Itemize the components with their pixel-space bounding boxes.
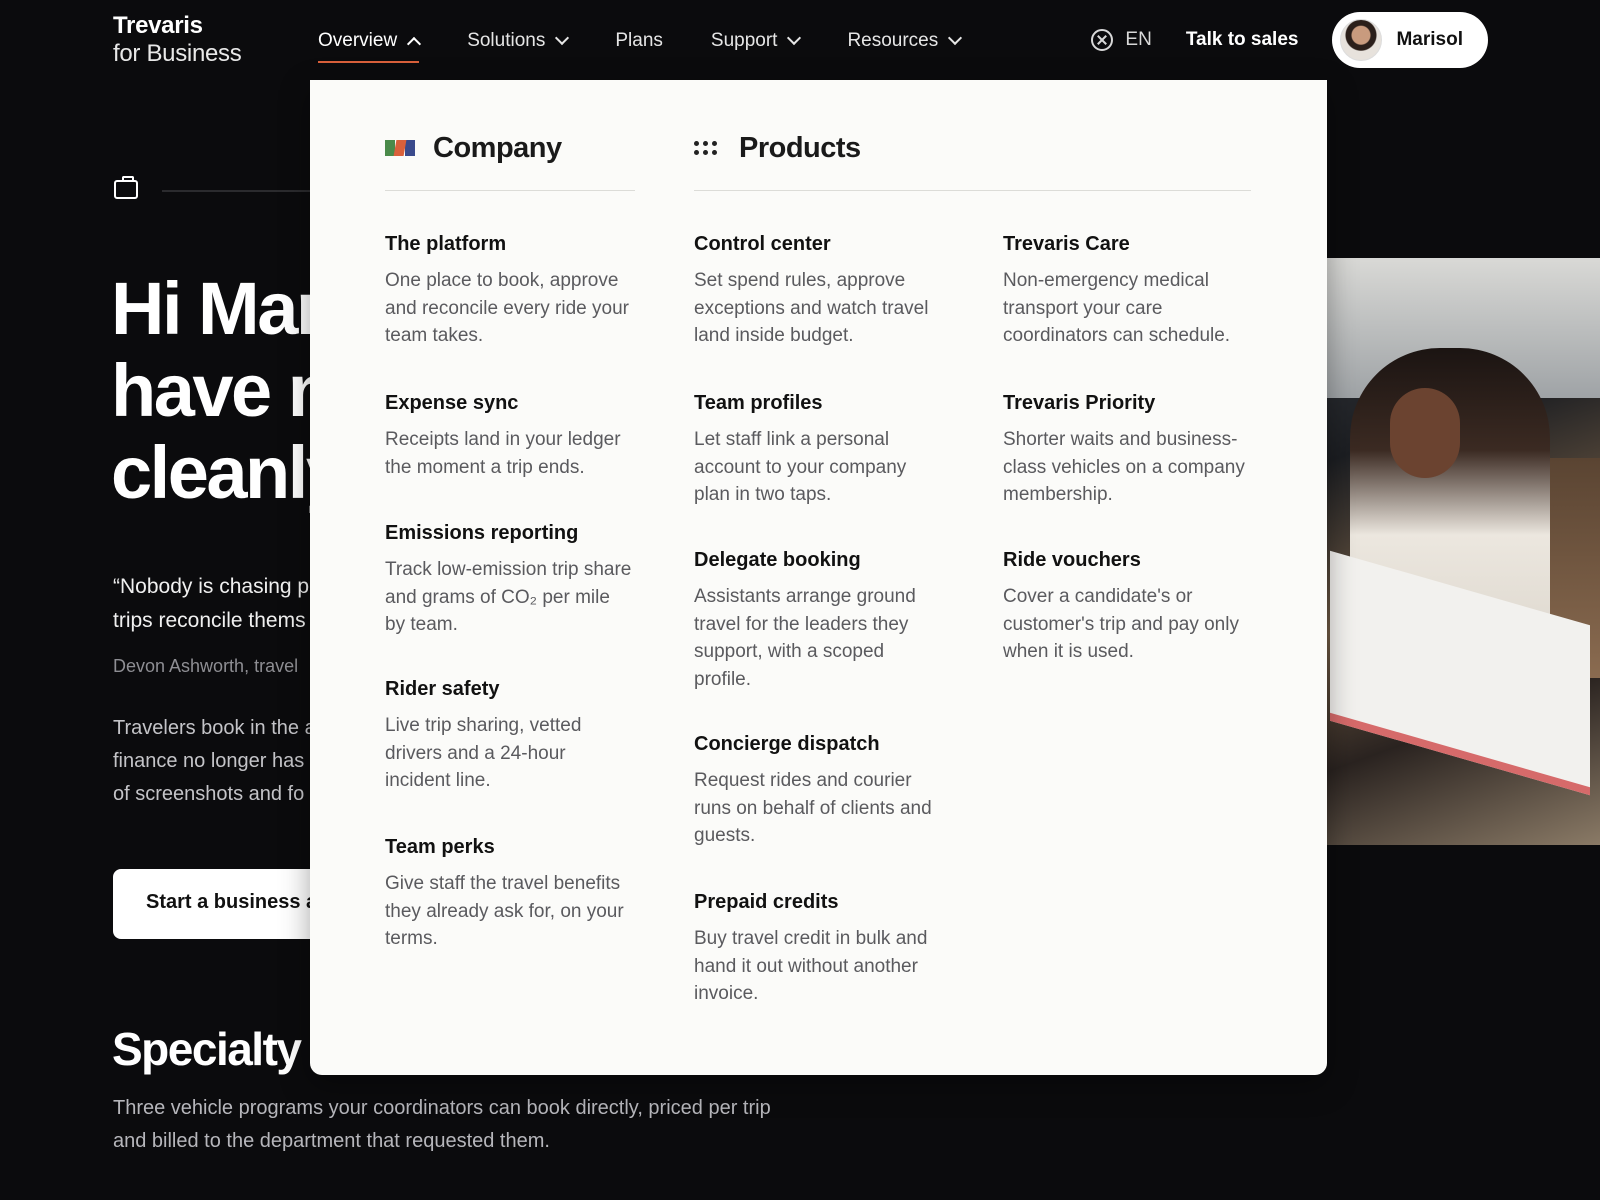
nav-support-label: Support (710, 30, 778, 51)
menu-item-description: Cover a candidate's or customer's trip a… (1003, 586, 1239, 662)
menu-item-emissions-reporting[interactable]: Emissions reporting Track low-emission t… (385, 521, 635, 639)
nav-solutions-label: Solutions (467, 30, 546, 51)
company-heading: Company (385, 130, 562, 166)
nav-resources-label: Resources (847, 30, 939, 51)
menu-item-expense-sync[interactable]: Expense sync Receipts land in your ledge… (385, 391, 635, 481)
menu-item-team-profiles[interactable]: Team profiles Let staff link a personal … (694, 391, 944, 509)
menu-item-description: Buy travel credit in bulk and hand it ou… (694, 928, 928, 1004)
divider (694, 190, 1251, 191)
menu-item-title: The platform (385, 233, 507, 255)
nav-plans-label: Plans (615, 30, 663, 51)
menu-item-description: Set spend rules, approve exceptions and … (694, 270, 929, 346)
flag-icon (385, 140, 415, 156)
body-line: Three vehicle programs your coordinators… (113, 1097, 771, 1119)
nav-overview-label: Overview (318, 30, 398, 51)
body-line: finance no longer has (113, 750, 305, 772)
menu-item-title: Rider safety (385, 678, 500, 700)
menu-item-title: Concierge dispatch (694, 733, 880, 755)
menu-item-title: Trevaris Priority (1003, 392, 1156, 414)
menu-item-concierge-dispatch[interactable]: Concierge dispatch Request rides and cou… (694, 732, 944, 850)
menu-item-title: Expense sync (385, 392, 519, 414)
brand-logo[interactable]: Trevaris for Business (113, 12, 242, 68)
language-selector[interactable]: EN (1091, 29, 1152, 51)
quote-line: trips reconcile thems (113, 609, 306, 632)
testimonial-quote: “Nobody is chasing p trips reconcile the… (113, 570, 309, 638)
chevron-down-icon (787, 30, 802, 46)
chevron-up-icon (407, 36, 422, 52)
menu-item-description: Track low-emission trip share and grams … (385, 559, 632, 635)
main-nav: Overview Solutions Plans Support Resourc… (318, 26, 1008, 63)
menu-item-description: Live trip sharing, vetted drivers and a … (385, 715, 582, 791)
menu-item-title: Delegate booking (694, 549, 861, 571)
menu-item-control-center[interactable]: Control center Set spend rules, approve … (694, 232, 944, 350)
menu-item-description: Assistants arrange ground travel for the… (694, 586, 916, 690)
nav-plans[interactable]: Plans (615, 26, 663, 56)
menu-item-the-platform[interactable]: The platform One place to book, approve … (385, 232, 635, 350)
top-nav: Trevaris for Business Overview Solutions… (0, 0, 1600, 80)
menu-item-title: Prepaid credits (694, 891, 839, 913)
nav-resources[interactable]: Resources (847, 26, 963, 56)
divider (385, 190, 635, 191)
menu-item-title: Team perks (385, 836, 495, 858)
menu-item-rider-safety[interactable]: Rider safety Live trip sharing, vetted d… (385, 677, 635, 795)
quote-line: “Nobody is chasing p (113, 575, 310, 598)
products-heading-label: Products (739, 131, 861, 164)
menu-item-description: Receipts land in your ledger the moment … (385, 429, 621, 478)
testimonial-attribution: Devon Ashworth, travel (113, 656, 299, 676)
menu-item-description: Give staff the travel benefits they alre… (385, 873, 624, 949)
chevron-down-icon (948, 30, 963, 46)
products-heading: Products (694, 130, 861, 166)
account-button[interactable]: Marisol (1332, 12, 1488, 68)
briefcase-icon (114, 176, 138, 199)
user-name: Marisol (1396, 29, 1463, 50)
company-heading-label: Company (433, 131, 562, 164)
chevron-down-icon (555, 30, 570, 46)
menu-item-delegate-booking[interactable]: Delegate booking Assistants arrange grou… (694, 548, 944, 693)
hero-body: Travelers book in the a finance no longe… (113, 712, 316, 811)
brand-name: Trevaris (113, 12, 203, 39)
language-label: EN (1125, 29, 1152, 50)
menu-item-description: Request rides and courier runs on behalf… (694, 770, 932, 846)
menu-item-title: Emissions reporting (385, 522, 579, 544)
body-line: and billed to the department that reques… (113, 1130, 550, 1152)
avatar (1340, 19, 1383, 61)
overview-mega-menu: Company The platform One place to book, … (310, 80, 1327, 1075)
menu-item-description: Non-emergency medical transport your car… (1003, 270, 1231, 346)
hero-photo (1320, 258, 1600, 845)
talk-to-sales-link[interactable]: Talk to sales (1186, 29, 1299, 51)
menu-item-team-perks[interactable]: Team perks Give staff the travel benefit… (385, 835, 635, 953)
menu-item-trevaris-care[interactable]: Trevaris Care Non-emergency medical tran… (1003, 232, 1253, 350)
nav-support[interactable]: Support (710, 26, 802, 56)
specialty-heading: Specialty r (112, 1023, 330, 1075)
globe-icon (1091, 29, 1114, 51)
divider (162, 190, 322, 192)
menu-item-description: Let staff link a personal account to you… (694, 429, 907, 505)
menu-item-description: Shorter waits and business-class vehicle… (1003, 429, 1245, 505)
brand-tagline: for Business (113, 40, 242, 67)
grid-dots-icon (694, 141, 717, 155)
body-line: of screenshots and fo (113, 783, 305, 805)
nav-actions: EN Talk to sales Marisol (1091, 12, 1488, 68)
menu-item-prepaid-credits[interactable]: Prepaid credits Buy travel credit in bul… (694, 890, 944, 1008)
menu-item-title: Team profiles (694, 392, 823, 414)
menu-item-description: One place to book, approve and reconcile… (385, 270, 629, 346)
nav-overview[interactable]: Overview (318, 26, 422, 63)
menu-item-title: Control center (694, 233, 831, 255)
menu-item-title: Trevaris Care (1003, 233, 1130, 255)
nav-solutions[interactable]: Solutions (467, 26, 570, 56)
specialty-description: Three vehicle programs your coordinators… (113, 1092, 771, 1158)
menu-item-title: Ride vouchers (1003, 549, 1141, 571)
menu-item-ride-vouchers[interactable]: Ride vouchers Cover a candidate's or cus… (1003, 548, 1253, 666)
body-line: Travelers book in the a (113, 717, 316, 739)
menu-item-trevaris-priority[interactable]: Trevaris Priority Shorter waits and busi… (1003, 391, 1253, 509)
